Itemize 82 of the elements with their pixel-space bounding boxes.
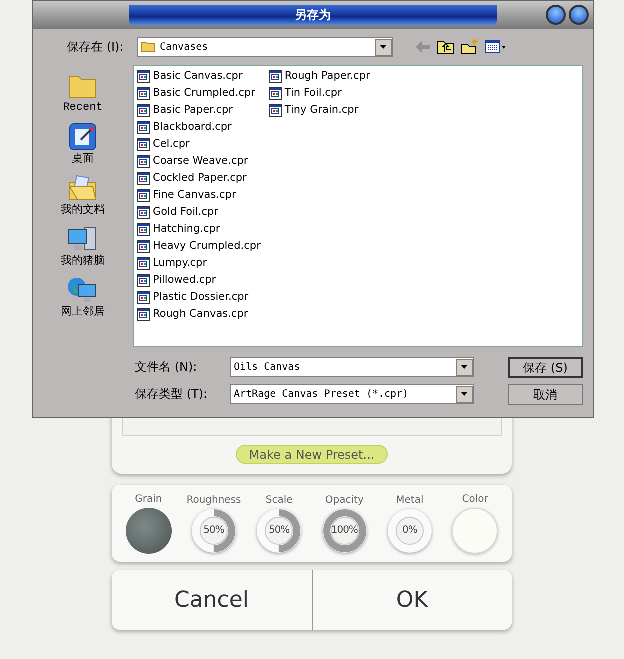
place-label[interactable]: 桌面 xyxy=(72,152,94,166)
color-swatch[interactable] xyxy=(452,508,498,554)
file-icon xyxy=(137,274,150,287)
grain-texture-swatch[interactable] xyxy=(126,508,172,554)
dropdown-button[interactable] xyxy=(375,38,392,56)
action-button[interactable]: Cancel xyxy=(112,570,312,630)
file-name[interactable]: Tiny Grain.cpr xyxy=(284,102,359,118)
file-name[interactable]: Basic Crumpled.cpr xyxy=(153,86,256,102)
file-icon xyxy=(137,189,150,202)
save-in-label: 保存在 (I): xyxy=(67,39,125,56)
field-label: 文件名 (N): xyxy=(135,359,198,376)
property-label: Color xyxy=(462,494,488,506)
place-label[interactable]: 我的文档 xyxy=(61,203,105,217)
file-icon xyxy=(137,240,150,253)
file-type-dropdown[interactable]: ArtRage Canvas Preset (*.cpr) xyxy=(230,384,474,404)
file-name[interactable]: Cockled Paper.cpr xyxy=(153,170,247,186)
dialog-button[interactable]: 保存 (S) xyxy=(508,357,583,378)
property-label: Metal xyxy=(396,494,424,506)
file-icon xyxy=(137,172,150,185)
close-button[interactable] xyxy=(569,5,589,25)
property-label: Scale xyxy=(266,494,293,506)
file-name[interactable]: Heavy Crumpled.cpr xyxy=(153,238,261,254)
file-icon xyxy=(137,138,150,151)
file-name[interactable]: Plastic Dossier.cpr xyxy=(153,290,249,306)
file-name-field[interactable]: Oils Canvas xyxy=(230,357,474,377)
file-icon xyxy=(268,87,282,100)
file-name[interactable]: Rough Canvas.cpr xyxy=(153,306,248,322)
property-label: Opacity xyxy=(325,494,364,506)
property-label: Roughness xyxy=(186,494,242,506)
action-button[interactable]: OK xyxy=(312,570,512,630)
new-folder-icon[interactable] xyxy=(461,39,479,55)
dropdown-button[interactable] xyxy=(456,358,473,376)
file-name[interactable]: Hatching.cpr xyxy=(153,222,220,238)
file-name[interactable]: Basic Canvas.cpr xyxy=(153,68,243,84)
file-name[interactable]: Coarse Weave.cpr xyxy=(153,154,248,170)
minimize-button[interactable] xyxy=(546,5,566,25)
place-label[interactable]: Recent xyxy=(63,101,103,115)
file-icon xyxy=(137,70,150,83)
file-name[interactable]: Basic Paper.cpr xyxy=(153,102,234,118)
dialog-button[interactable]: 取消 xyxy=(508,384,583,405)
file-name[interactable]: Pillowed.cpr xyxy=(153,272,216,288)
caret-icon xyxy=(380,45,387,49)
file-icon xyxy=(137,223,150,236)
place-label[interactable]: 网上邻居 xyxy=(61,305,105,319)
save-in-dropdown[interactable]: Canvases xyxy=(137,37,393,57)
field-value: Oils Canvas xyxy=(234,360,302,374)
dial[interactable]: 100% xyxy=(322,508,367,552)
file-icon xyxy=(268,104,282,117)
caret-icon xyxy=(461,365,468,369)
dropdown-button[interactable] xyxy=(456,386,473,402)
file-icon xyxy=(137,206,150,219)
dial[interactable]: 50% xyxy=(192,508,236,552)
file-icon xyxy=(137,291,150,304)
make-preset-button[interactable]: Make a New Preset... xyxy=(236,445,388,464)
dial[interactable]: 0% xyxy=(388,508,432,552)
property-label: Grain xyxy=(135,494,162,506)
up-folder-icon[interactable] xyxy=(437,39,455,55)
file-name[interactable]: Tin Foil.cpr xyxy=(284,86,342,102)
file-name[interactable]: Blackboard.cpr xyxy=(153,120,232,136)
place-label[interactable]: 我的猪脑 xyxy=(61,254,105,268)
window-title: 另存为 xyxy=(129,5,497,25)
file-icon xyxy=(268,70,282,83)
file-name[interactable]: Cel.cpr xyxy=(153,136,190,152)
file-icon xyxy=(137,121,150,134)
file-icon xyxy=(137,104,150,117)
documents-icon xyxy=(67,173,99,203)
desktop-icon xyxy=(67,122,99,152)
field-label: 保存类型 (T): xyxy=(135,386,209,403)
folder-icon xyxy=(141,41,156,53)
network-icon xyxy=(67,275,99,305)
file-icon xyxy=(137,257,150,270)
view-menu-icon[interactable] xyxy=(485,40,507,54)
dial[interactable]: 50% xyxy=(257,508,302,552)
file-name[interactable]: Fine Canvas.cpr xyxy=(153,188,236,204)
file-icon xyxy=(137,87,150,100)
save-in-value: Canvases xyxy=(160,40,210,54)
file-icon xyxy=(137,308,150,321)
file-name[interactable]: Gold Foil.cpr xyxy=(153,204,218,220)
file-icon xyxy=(137,155,150,168)
file-name[interactable]: Lumpy.cpr xyxy=(153,256,208,272)
field-value: ArtRage Canvas Preset (*.cpr) xyxy=(234,388,410,402)
file-name[interactable]: Rough Paper.cpr xyxy=(284,68,370,84)
